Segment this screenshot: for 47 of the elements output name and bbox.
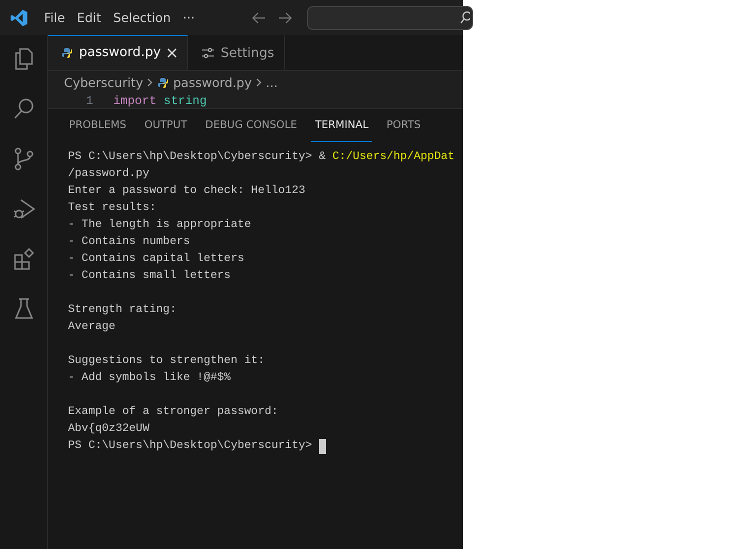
tab-label: password.py bbox=[79, 45, 161, 60]
run-debug-icon[interactable] bbox=[12, 197, 36, 221]
terminal-output: Enter a password to check: Hello123 bbox=[68, 184, 306, 199]
terminal-output: - The length is appropriate bbox=[68, 218, 252, 233]
terminal-output: - Contains small letters bbox=[68, 268, 231, 284]
terminal-prompt: PS C:\Users\hp\Desktop\Cyberscurity> bbox=[68, 438, 312, 454]
search-icon bbox=[460, 10, 470, 24]
terminal-output: Suggestions to strengthen it: bbox=[68, 354, 265, 369]
terminal-output: Abv{q0z32eUW bbox=[68, 422, 150, 437]
chevron-icon bbox=[147, 78, 154, 87]
menu-item[interactable]: ··· bbox=[176, 10, 201, 25]
python-file-icon bbox=[157, 76, 170, 88]
app-logo-icon bbox=[10, 8, 28, 26]
terminal-output: Strength rating: bbox=[68, 302, 176, 318]
terminal-output: Example of a stronger password: bbox=[68, 404, 278, 420]
menu-item[interactable]: Selection bbox=[107, 10, 177, 25]
terminal-output: Average bbox=[68, 320, 116, 335]
panel-tab[interactable]: OUTPUT bbox=[140, 109, 192, 142]
editor-tab[interactable]: password.py bbox=[48, 35, 188, 70]
breadcrumb-item[interactable]: Cyberscurity bbox=[64, 75, 144, 90]
terminal-prompt: PS C:\Users\hp\Desktop\Cyberscurity> & bbox=[68, 150, 326, 165]
search-field[interactable] bbox=[306, 6, 473, 30]
code-line: import string bbox=[113, 94, 207, 108]
menu-item[interactable]: File bbox=[38, 10, 71, 25]
sliders-icon bbox=[200, 47, 215, 59]
terminal-output: - Add symbols like !@#$% bbox=[68, 370, 231, 386]
breadcrumb-item[interactable]: ... bbox=[266, 75, 278, 90]
search-icon[interactable] bbox=[12, 97, 36, 121]
terminal-output: - Contains capital letters bbox=[68, 252, 244, 267]
breadcrumb-item[interactable]: password.py bbox=[173, 75, 252, 90]
back-arrow-icon[interactable] bbox=[250, 10, 267, 26]
terminal-output: - Contains numbers bbox=[68, 234, 190, 250]
panel-tab[interactable]: PORTS bbox=[382, 109, 425, 142]
terminal-path: C:/Users/hp/AppDat bbox=[332, 150, 454, 165]
extensions-icon[interactable] bbox=[12, 247, 36, 271]
python-file-icon bbox=[61, 46, 73, 58]
line-number: 1 bbox=[86, 94, 94, 108]
forward-arrow-icon[interactable] bbox=[276, 10, 293, 26]
close-icon[interactable] bbox=[166, 48, 177, 58]
tab-label: Settings bbox=[220, 46, 274, 60]
terminal-output: Test results: bbox=[68, 200, 156, 216]
menu-item[interactable]: Edit bbox=[70, 10, 108, 25]
panel-tab[interactable]: DEBUG CONSOLE bbox=[201, 109, 302, 142]
terminal-output: /password.py bbox=[68, 166, 150, 182]
chevron-icon bbox=[256, 78, 262, 87]
panel-tab[interactable]: PROBLEMS bbox=[65, 109, 130, 142]
panel-tab[interactable]: TERMINAL bbox=[311, 109, 372, 142]
